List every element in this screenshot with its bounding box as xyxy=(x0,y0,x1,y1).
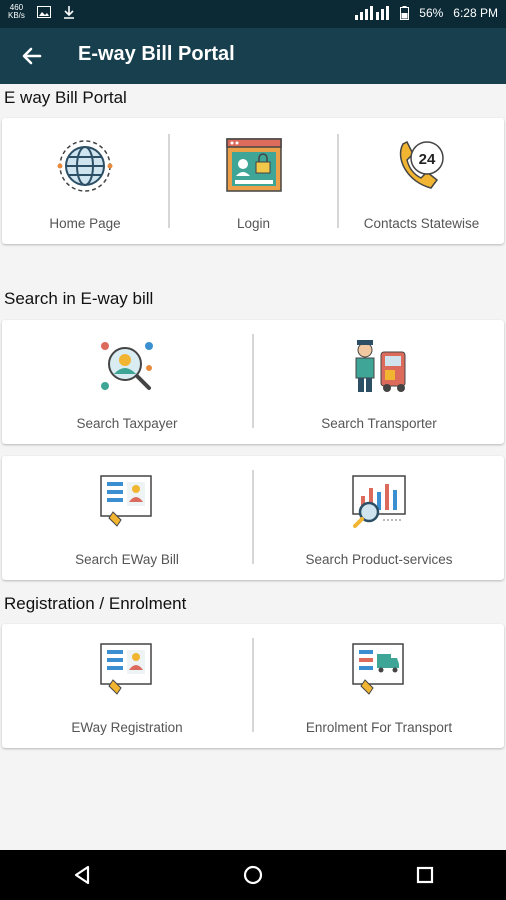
portal-card: Home Page Login 24 Contacts Statewise xyxy=(2,118,504,244)
search-product-services-item[interactable]: Search Product-services xyxy=(254,456,504,580)
login-item[interactable]: Login xyxy=(170,118,337,244)
transport-document-icon xyxy=(352,643,404,695)
search-eway-bill-label: Search EWay Bill xyxy=(75,552,179,567)
contacts-statewise-item[interactable]: 24 Contacts Statewise xyxy=(339,118,504,244)
nav-recents-icon[interactable] xyxy=(416,866,434,884)
battery-percentage: 56% xyxy=(419,6,444,20)
signal-icon xyxy=(355,6,390,20)
section-title-registration: Registration / Enrolment xyxy=(4,594,187,613)
section-title-portal: E way Bill Portal xyxy=(4,88,127,107)
login-window-icon xyxy=(225,138,282,192)
transporter-icon xyxy=(355,340,406,392)
home-page-label: Home Page xyxy=(49,216,121,231)
search-taxpayer-label: Search Taxpayer xyxy=(76,416,178,431)
eway-registration-label: EWay Registration xyxy=(71,720,183,735)
search-eway-bill-item[interactable]: Search EWay Bill xyxy=(2,456,252,580)
system-nav-bar xyxy=(0,850,506,900)
nav-back-icon[interactable] xyxy=(72,865,92,885)
network-speed: 460 KB/s xyxy=(8,4,25,20)
search-transporter-item[interactable]: Search Transporter xyxy=(254,320,504,444)
search-card-2: Search EWay Bill Search Product-services xyxy=(2,456,504,580)
phone-24-icon: 24 xyxy=(399,140,444,189)
enrolment-for-transport-label: Enrolment For Transport xyxy=(305,720,453,735)
login-label: Login xyxy=(236,216,271,231)
enrolment-for-transport-item[interactable]: Enrolment For Transport xyxy=(254,624,504,748)
section-title-search: Search in E-way bill xyxy=(4,289,154,308)
search-transporter-label: Search Transporter xyxy=(321,416,437,431)
battery-icon xyxy=(400,6,410,20)
search-taxpayer-item[interactable]: Search Taxpayer xyxy=(2,320,252,444)
registration-card: EWay Registration Enrolment For Transpor… xyxy=(2,624,504,748)
back-arrow-icon[interactable] xyxy=(18,42,46,70)
page-title: E-way Bill Portal xyxy=(78,43,235,65)
globe-icon xyxy=(57,140,113,192)
image-icon xyxy=(36,6,51,18)
contacts-statewise-label: Contacts Statewise xyxy=(363,216,480,231)
nav-home-icon[interactable] xyxy=(243,865,263,885)
app-bar: E-way Bill Portal xyxy=(0,28,506,84)
search-product-services-label: Search Product-services xyxy=(305,552,453,567)
search-card-1: Search Taxpayer Search Transporter xyxy=(2,320,504,444)
eway-registration-item[interactable]: EWay Registration xyxy=(2,624,252,748)
svg-text:24: 24 xyxy=(418,151,435,168)
eway-bill-document-icon xyxy=(100,475,152,527)
search-taxpayer-icon xyxy=(101,342,153,390)
home-page-item[interactable]: Home Page xyxy=(2,118,168,244)
product-chart-search-icon xyxy=(352,475,406,528)
download-icon xyxy=(63,6,74,19)
registration-document-icon xyxy=(100,643,152,695)
clock-time: 6:28 PM xyxy=(453,6,498,20)
network-speed-unit: KB/s xyxy=(8,11,25,20)
status-bar: 460 KB/s 56% 6:28 PM xyxy=(0,0,506,28)
